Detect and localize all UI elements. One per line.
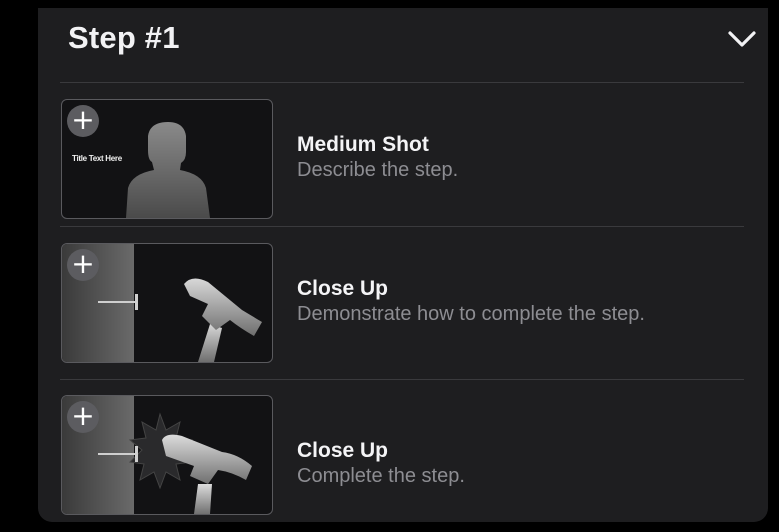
shot-row-close-up[interactable]: + Close Up Complete the step. (60, 395, 744, 515)
divider (60, 379, 744, 380)
step-header[interactable]: Step #1 (60, 8, 768, 82)
shot-row-close-up[interactable]: + Close Up Demonstrate how to complete t… (60, 243, 744, 363)
divider (60, 226, 744, 227)
step-text: Close Up Complete the step. (297, 438, 647, 488)
step-title: Step #1 (68, 20, 180, 55)
add-media-button[interactable]: + (67, 401, 99, 433)
shot-description: Complete the step. (297, 465, 465, 487)
shot-name: Medium Shot (297, 133, 429, 156)
chevron-down-icon[interactable] (726, 28, 758, 50)
step-text: Close Up Demonstrate how to complete the… (297, 276, 647, 326)
divider (60, 82, 744, 83)
step-panel: Step #1 Title Text Here + Medium Shot De… (38, 8, 768, 522)
shot-name: Close Up (297, 439, 389, 462)
shot-thumbnail[interactable]: + (61, 243, 273, 363)
shot-description: Demonstrate how to complete the step. (297, 303, 645, 325)
add-media-button[interactable]: + (67, 105, 99, 137)
thumb-caption: Title Text Here (72, 154, 122, 163)
shot-row-medium[interactable]: Title Text Here + Medium Shot Describe t… (60, 99, 744, 219)
window-edge (768, 0, 779, 532)
shot-name: Close Up (297, 277, 389, 300)
shot-description: Describe the step. (297, 159, 459, 181)
add-media-button[interactable]: + (67, 249, 99, 281)
shot-thumbnail[interactable]: Title Text Here + (61, 99, 273, 219)
shot-thumbnail[interactable]: + (61, 395, 273, 515)
step-text: Medium Shot Describe the step. (297, 132, 647, 182)
